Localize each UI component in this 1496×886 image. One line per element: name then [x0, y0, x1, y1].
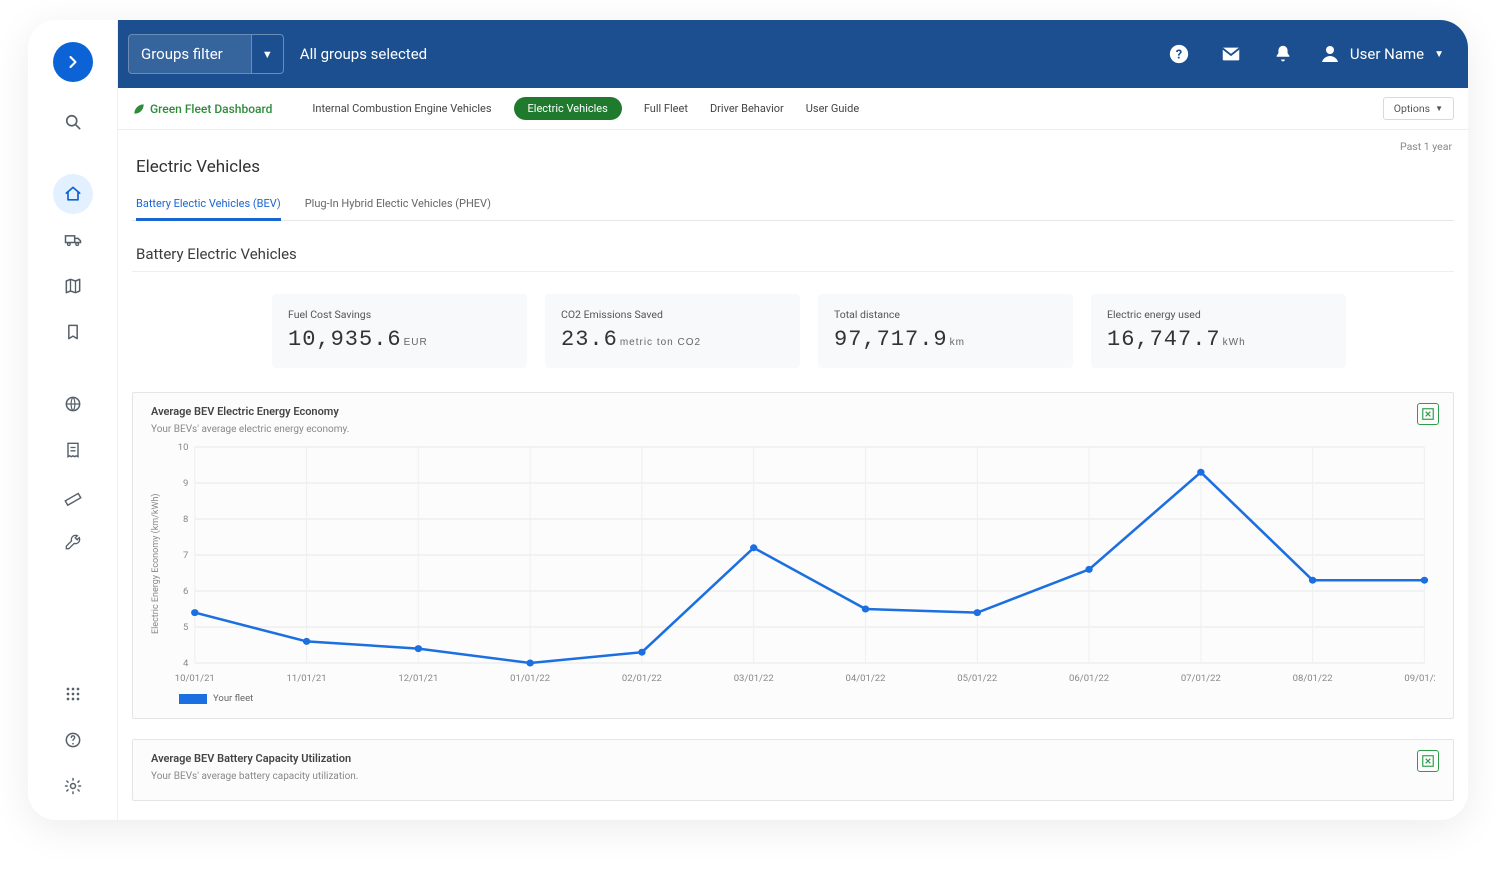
brand-title: Green Fleet Dashboard [150, 102, 272, 116]
kpi-value: 97,717.9km [834, 327, 1057, 352]
kpi-label: CO2 Emissions Saved [561, 308, 784, 321]
kpi-co2-saved: CO2 Emissions Saved 23.6metric ton CO2 [545, 294, 800, 368]
chart-title: Average BEV Electric Energy Economy [151, 405, 1435, 418]
topbar: Groups filter ▼ All groups selected ? Us… [118, 20, 1468, 88]
svg-text:06/01/22: 06/01/22 [1069, 673, 1109, 684]
svg-text:11/01/21: 11/01/21 [287, 673, 327, 684]
legend-label: Your fleet [213, 693, 253, 704]
groups-filter-dropdown[interactable]: Groups filter ▼ [128, 34, 284, 74]
globe-icon[interactable] [53, 384, 93, 424]
export-excel-icon[interactable] [1417, 403, 1439, 425]
user-name-label: User Name [1350, 45, 1424, 63]
search-icon[interactable] [53, 102, 93, 142]
svg-text:10/01/21: 10/01/21 [175, 673, 215, 684]
kpi-value: 16,747.7kWh [1107, 327, 1330, 352]
export-excel-icon[interactable] [1417, 750, 1439, 772]
leaf-icon [132, 102, 146, 116]
tab-phev[interactable]: Plug-In Hybrid Electic Vehicles (PHEV) [305, 191, 491, 220]
line-chart: 4 5 6 7 8 9 10 10/01/21 11/01/21 12/01/21 01/01/22… [163, 439, 1435, 689]
wrench-icon[interactable] [53, 522, 93, 562]
svg-text:01/01/22: 01/01/22 [510, 673, 550, 684]
chart-body: Electric Energy Economy (km/kWh) 4 5 6 7 8 9 1… [151, 439, 1435, 689]
map-icon[interactable] [53, 266, 93, 306]
sub-navigation: Green Fleet Dashboard Internal Combustio… [118, 88, 1468, 130]
main-area: Groups filter ▼ All groups selected ? Us… [118, 20, 1468, 820]
kpi-fuel-savings: Fuel Cost Savings 10,935.6EUR [272, 294, 527, 368]
chevron-down-icon: ▼ [251, 35, 283, 73]
svg-text:03/01/22: 03/01/22 [734, 673, 774, 684]
section-divider [132, 271, 1454, 272]
options-dropdown[interactable]: Options ▼ [1383, 97, 1454, 120]
groups-selected-text: All groups selected [300, 45, 427, 63]
chart-title: Average BEV Battery Capacity Utilization [151, 752, 1435, 765]
svg-text:09/01/22: 09/01/22 [1404, 673, 1435, 684]
subnav-item-ice[interactable]: Internal Combustion Engine Vehicles [312, 102, 491, 115]
receipt-icon[interactable] [53, 430, 93, 470]
chart-card-economy: Average BEV Electric Energy Economy Your… [132, 392, 1454, 719]
svg-text:4: 4 [183, 658, 188, 669]
content-area: Past 1 year Electric Vehicles Battery El… [118, 130, 1468, 820]
svg-text:07/01/22: 07/01/22 [1181, 673, 1221, 684]
chevron-down-icon: ▼ [1435, 104, 1443, 113]
chevron-down-icon: ▼ [1434, 49, 1444, 60]
chart-subtitle: Your BEVs' average electric energy econo… [151, 424, 1435, 435]
svg-text:05/01/22: 05/01/22 [957, 673, 997, 684]
home-icon[interactable] [53, 174, 93, 214]
svg-text:02/01/22: 02/01/22 [622, 673, 662, 684]
svg-text:12/01/21: 12/01/21 [398, 673, 438, 684]
svg-text:8: 8 [183, 514, 188, 525]
user-menu[interactable]: User Name ▼ [1318, 42, 1444, 66]
mail-icon[interactable] [1214, 37, 1248, 71]
legend-swatch [179, 694, 207, 704]
chart-subtitle: Your BEVs' average battery capacity util… [151, 771, 1435, 782]
kpi-value: 10,935.6EUR [288, 327, 511, 352]
subnav-item-driver-behavior[interactable]: Driver Behavior [710, 102, 784, 115]
kpi-total-distance: Total distance 97,717.9km [818, 294, 1073, 368]
bell-icon[interactable] [1266, 37, 1300, 71]
subnav-item-user-guide[interactable]: User Guide [806, 102, 859, 115]
page-title: Electric Vehicles [132, 153, 1454, 191]
svg-text:10: 10 [178, 442, 189, 453]
svg-text:5: 5 [183, 622, 188, 633]
groups-filter-label: Groups filter [129, 35, 251, 73]
subnav-item-ev[interactable]: Electric Vehicles [514, 97, 622, 120]
kpi-row: Fuel Cost Savings 10,935.6EUR CO2 Emissi… [132, 294, 1454, 392]
sidebar-expand-button[interactable] [53, 42, 93, 82]
settings-icon[interactable] [53, 766, 93, 806]
svg-text:9: 9 [183, 478, 188, 489]
kpi-label: Total distance [834, 308, 1057, 321]
kpi-label: Electric energy used [1107, 308, 1330, 321]
time-range-label: Past 1 year [132, 134, 1454, 153]
apps-icon[interactable] [53, 674, 93, 714]
app-shell: Groups filter ▼ All groups selected ? Us… [28, 20, 1468, 820]
bookmark-icon[interactable] [53, 312, 93, 352]
ev-tabs: Battery Electic Vehicles (BEV) Plug-In H… [132, 191, 1454, 221]
kpi-value: 23.6metric ton CO2 [561, 327, 784, 352]
sidebar [28, 20, 118, 820]
tab-bev[interactable]: Battery Electic Vehicles (BEV) [136, 191, 281, 221]
svg-text:04/01/22: 04/01/22 [845, 673, 885, 684]
chart-legend: Your fleet [179, 693, 1435, 704]
user-icon [1318, 42, 1342, 66]
section-title: Battery Electric Vehicles [132, 221, 1454, 271]
svg-text:7: 7 [183, 550, 188, 561]
subnav-item-full-fleet[interactable]: Full Fleet [644, 102, 688, 115]
help-icon[interactable] [53, 720, 93, 760]
svg-text:?: ? [1176, 48, 1182, 63]
chart-card-battery-utilization: Average BEV Battery Capacity Utilization… [132, 739, 1454, 801]
help-circle-icon[interactable]: ? [1162, 37, 1196, 71]
ruler-icon[interactable] [53, 476, 93, 516]
truck-icon[interactable] [53, 220, 93, 260]
brand-logo: Green Fleet Dashboard [132, 102, 272, 116]
kpi-label: Fuel Cost Savings [288, 308, 511, 321]
y-axis-label: Electric Energy Economy (km/kWh) [151, 439, 163, 689]
svg-text:08/01/22: 08/01/22 [1293, 673, 1333, 684]
kpi-energy-used: Electric energy used 16,747.7kWh [1091, 294, 1346, 368]
svg-text:6: 6 [183, 586, 188, 597]
